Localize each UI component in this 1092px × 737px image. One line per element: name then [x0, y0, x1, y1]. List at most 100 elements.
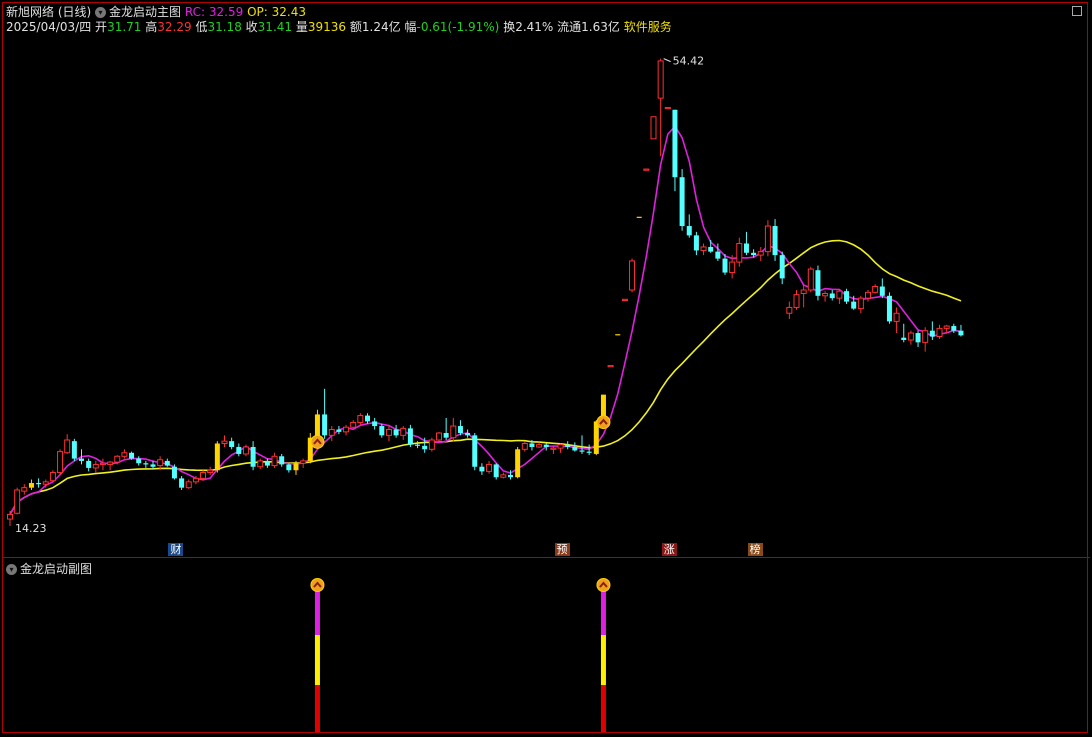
candle-body — [400, 427, 407, 436]
candle-body — [157, 459, 164, 467]
candle-body — [543, 444, 549, 447]
candle-body — [636, 216, 642, 218]
launch-signal-icon — [596, 578, 611, 592]
candle-body — [936, 327, 943, 338]
candle-body — [536, 444, 543, 448]
candle-body — [736, 242, 743, 263]
min-price-label: 14.23 — [15, 522, 47, 535]
candle-body — [922, 330, 929, 343]
candle-body — [851, 301, 857, 309]
candle-body — [343, 426, 350, 433]
candle-body — [565, 444, 571, 447]
candle-body — [479, 466, 485, 472]
candle-body — [958, 330, 964, 336]
candle-body — [450, 425, 457, 439]
candle-body — [515, 449, 521, 478]
candle-body — [257, 460, 264, 468]
candle-body — [529, 443, 535, 447]
candle-body — [21, 487, 28, 492]
kline-chart[interactable]: 54.42 14.23 — [0, 0, 1092, 737]
candle-body — [779, 255, 785, 279]
candle-body — [64, 439, 71, 454]
candle-body — [350, 422, 357, 428]
candle-body — [893, 312, 900, 322]
candle-body — [943, 325, 950, 329]
candle-body — [865, 291, 871, 299]
candle-body — [242, 446, 249, 455]
ma-short-line — [9, 124, 962, 515]
candle-body — [586, 451, 592, 453]
candle-body — [79, 458, 84, 461]
candle-body — [800, 289, 807, 294]
candle-body — [915, 333, 921, 343]
candle-body — [465, 433, 471, 436]
candle-body — [300, 460, 307, 464]
candle-body — [214, 443, 220, 471]
candle-body — [751, 252, 757, 256]
candle-body — [772, 226, 778, 256]
candle-body — [92, 463, 99, 469]
sub-signal-bar — [600, 685, 606, 732]
candle-body — [86, 460, 92, 468]
candle-body — [7, 513, 13, 520]
candle-body — [929, 330, 935, 337]
candle-body — [322, 414, 328, 436]
candle-body — [314, 414, 320, 438]
candle-body — [722, 258, 728, 273]
candle-body — [164, 460, 170, 466]
candle-body — [357, 415, 364, 424]
candle-body — [393, 429, 399, 436]
candle-body — [786, 306, 793, 314]
candle-body — [521, 442, 528, 450]
candle-body — [822, 292, 829, 297]
candle-body — [715, 251, 721, 259]
candle-body — [143, 463, 149, 465]
candle-body — [700, 246, 707, 251]
max-price-pointer — [663, 58, 671, 63]
candle-body — [229, 441, 235, 447]
candle-body — [415, 444, 421, 446]
candle-body — [557, 444, 564, 449]
candle-body — [250, 446, 256, 467]
candle-body — [185, 481, 192, 489]
candle-body — [643, 168, 650, 171]
candle-body — [729, 261, 736, 274]
launch-signal-icon — [310, 434, 325, 449]
candle-body — [657, 60, 664, 99]
candle-body — [764, 225, 771, 253]
candle-body — [500, 474, 507, 478]
candle-body — [886, 295, 892, 322]
candle-body — [951, 326, 957, 331]
candle-body — [907, 332, 914, 341]
candle-body — [328, 429, 335, 436]
sub-signal-bar — [600, 635, 606, 685]
candle-body — [486, 463, 493, 472]
candle-body — [14, 489, 21, 514]
candle-body — [493, 464, 499, 478]
sub-signal-bar — [600, 585, 606, 635]
candle-body — [36, 483, 42, 485]
candle-body — [743, 243, 749, 253]
candle-body — [629, 260, 636, 291]
candle-body — [693, 235, 699, 251]
launch-signal-icon — [310, 578, 325, 592]
candle-body — [686, 226, 692, 236]
candle-body — [121, 452, 128, 457]
candle-body — [293, 463, 299, 471]
candle-body — [443, 433, 449, 438]
candle-body — [129, 452, 135, 459]
candle-body — [708, 246, 714, 252]
candle-body — [793, 294, 800, 308]
candle-body — [57, 451, 64, 474]
candle-body — [901, 337, 907, 340]
candle-body — [607, 365, 614, 368]
candle-body — [171, 466, 177, 479]
candle-body — [42, 481, 49, 485]
candle-body — [179, 478, 185, 488]
sub-signal-bar — [314, 585, 320, 635]
candle-body — [550, 447, 557, 450]
candle-body — [192, 477, 199, 483]
candle-body — [379, 426, 385, 436]
candle-body — [114, 455, 121, 463]
candle-body — [372, 421, 378, 427]
